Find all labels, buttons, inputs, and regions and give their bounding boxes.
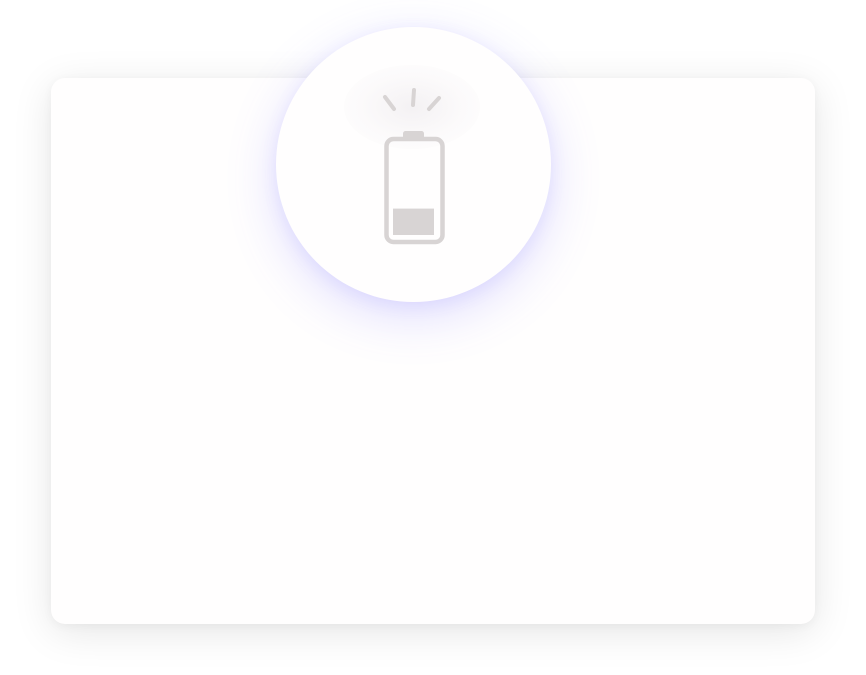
battery-level-fill (393, 208, 434, 235)
alert-ray-center (411, 88, 416, 107)
icon-badge (276, 27, 551, 302)
alert-ray-right (427, 96, 441, 111)
battery-terminal (403, 131, 424, 139)
alert-ray-left (383, 95, 396, 111)
screen (0, 0, 866, 675)
battery-low-alert-icon (383, 88, 445, 245)
